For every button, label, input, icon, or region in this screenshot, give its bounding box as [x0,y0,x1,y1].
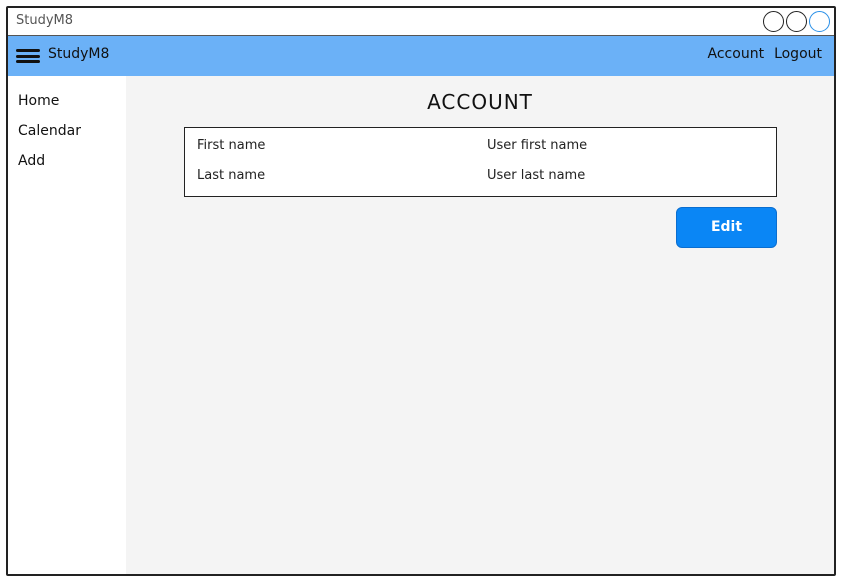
restore-icon[interactable] [786,11,807,32]
app-window: StudyM8 StudyM8 Account Logout Home Cale… [6,6,836,576]
sidebar-item-add[interactable]: Add [8,146,126,176]
sidebar-item-calendar[interactable]: Calendar [8,116,126,146]
last-name-value: User last name [487,168,586,183]
hamburger-menu-icon[interactable] [16,49,40,63]
main-content: ACCOUNT First name User first name Last … [126,76,834,574]
first-name-label: First name [197,138,266,153]
nav-links: Account Logout [708,46,822,62]
minimize-icon[interactable] [763,11,784,32]
nav-link-logout[interactable]: Logout [774,46,822,62]
window-controls [763,11,830,32]
page-title: ACCOUNT [427,90,533,114]
top-navbar: StudyM8 Account Logout [8,36,834,76]
edit-button[interactable]: Edit [676,207,777,248]
window-titlebar: StudyM8 [8,8,834,36]
nav-link-account[interactable]: Account [708,46,765,62]
sidebar: Home Calendar Add [8,76,126,574]
first-name-value: User first name [487,138,588,153]
account-row-last-name: Last name User last name [185,162,776,192]
last-name-label: Last name [197,168,266,183]
maximize-icon[interactable] [809,11,830,32]
account-row-first-name: First name User first name [185,132,776,162]
account-details-panel: First name User first name Last name Use… [184,127,777,197]
window-title: StudyM8 [16,13,74,28]
sidebar-item-home[interactable]: Home [8,86,126,116]
brand-name[interactable]: StudyM8 [48,46,109,62]
